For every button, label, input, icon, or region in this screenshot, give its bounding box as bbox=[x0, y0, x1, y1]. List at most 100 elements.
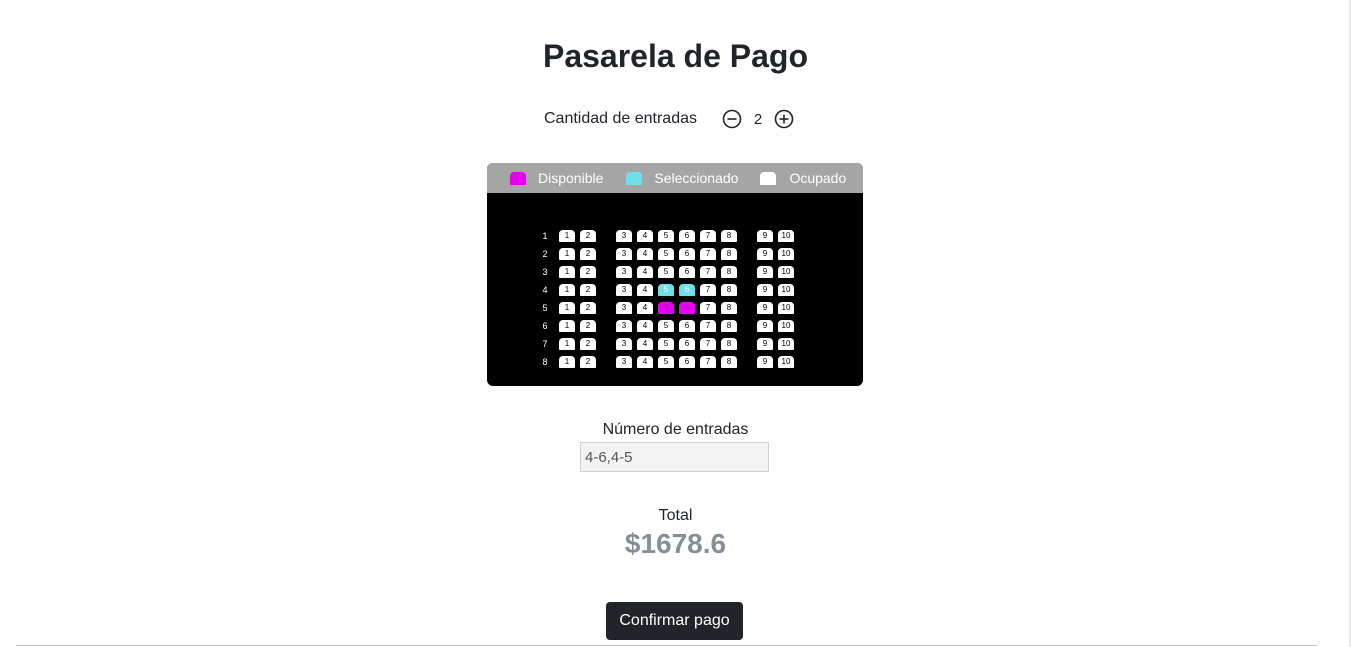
seat[interactable]: 1 bbox=[559, 338, 575, 350]
seat[interactable]: 9 bbox=[757, 284, 773, 296]
seat[interactable]: 8 bbox=[721, 248, 737, 260]
seat[interactable]: 7 bbox=[700, 338, 716, 350]
seat[interactable]: 6 bbox=[679, 356, 695, 368]
seat[interactable]: 1 bbox=[559, 230, 575, 242]
seat[interactable]: 3 bbox=[616, 320, 632, 332]
seat[interactable]: 2 bbox=[580, 356, 596, 368]
seat[interactable]: 10 bbox=[778, 230, 794, 242]
total-amount: $1678.6 bbox=[624, 528, 727, 559]
seat[interactable]: 2 bbox=[580, 302, 596, 314]
seat[interactable]: 1 bbox=[559, 302, 575, 314]
seat[interactable]: 5 bbox=[658, 320, 674, 332]
confirm-payment-button[interactable]: Confirmar pago bbox=[606, 602, 743, 640]
seat[interactable]: 2 bbox=[580, 248, 596, 260]
seat[interactable]: 10 bbox=[778, 284, 794, 296]
quantity-value: 2 bbox=[753, 110, 763, 128]
seat[interactable]: 5 bbox=[658, 356, 674, 368]
quantity-stepper: Cantidad de entradas 2 bbox=[544, 106, 794, 132]
seat[interactable]: 4 bbox=[637, 338, 653, 350]
row-label: 2 bbox=[542, 249, 548, 259]
seat[interactable]: 1 bbox=[559, 320, 575, 332]
seat[interactable]: 5 bbox=[658, 338, 674, 350]
seat[interactable]: 8 bbox=[721, 302, 737, 314]
seat[interactable]: 7 bbox=[700, 302, 716, 314]
seat[interactable]: 4 bbox=[637, 302, 653, 314]
seat[interactable]: 1 bbox=[559, 284, 575, 296]
seat[interactable]: 5 bbox=[658, 230, 674, 242]
seat[interactable]: 3 bbox=[616, 356, 632, 368]
seat[interactable]: 4 bbox=[637, 230, 653, 242]
seat[interactable]: 6 bbox=[679, 284, 695, 296]
seat[interactable]: 9 bbox=[757, 266, 773, 278]
seat[interactable]: 10 bbox=[778, 338, 794, 350]
seat[interactable]: 9 bbox=[757, 302, 773, 314]
seat[interactable]: 10 bbox=[778, 320, 794, 332]
minus-circle-icon bbox=[722, 109, 742, 129]
entries-input[interactable] bbox=[580, 442, 769, 472]
seat[interactable]: 8 bbox=[721, 338, 737, 350]
seat[interactable]: 9 bbox=[757, 338, 773, 350]
seat[interactable]: 3 bbox=[616, 338, 632, 350]
seat[interactable]: 8 bbox=[721, 284, 737, 296]
seat[interactable]: 10 bbox=[778, 356, 794, 368]
seat[interactable]: 7 bbox=[700, 284, 716, 296]
seat[interactable]: 7 bbox=[700, 320, 716, 332]
seat[interactable]: 4 bbox=[637, 320, 653, 332]
seat[interactable]: 3 bbox=[616, 302, 632, 314]
seat[interactable]: 8 bbox=[721, 320, 737, 332]
seat[interactable]: 5 bbox=[658, 266, 674, 278]
seat[interactable]: 2 bbox=[580, 320, 596, 332]
seat[interactable]: 6 bbox=[679, 248, 695, 260]
seat[interactable]: 5 bbox=[658, 284, 674, 296]
seat-map: Disponible Seleccionado Ocupado 11234567… bbox=[487, 163, 863, 386]
seat[interactable]: 3 bbox=[616, 230, 632, 242]
seat[interactable]: 2 bbox=[580, 284, 596, 296]
seat[interactable]: 8 bbox=[721, 266, 737, 278]
increment-button[interactable] bbox=[774, 109, 794, 129]
bottom-divider bbox=[16, 645, 1317, 646]
seat[interactable]: 9 bbox=[757, 230, 773, 242]
page-title: Pasarela de Pago bbox=[542, 38, 809, 74]
seat[interactable]: 4 bbox=[637, 356, 653, 368]
decrement-button[interactable] bbox=[722, 109, 742, 129]
seat[interactable]: 10 bbox=[778, 266, 794, 278]
seat[interactable]: 6 bbox=[679, 302, 695, 314]
seat[interactable]: 4 bbox=[637, 248, 653, 260]
seat[interactable]: 6 bbox=[679, 230, 695, 242]
seat[interactable]: 8 bbox=[721, 356, 737, 368]
seat[interactable]: 2 bbox=[580, 266, 596, 278]
row-label: 4 bbox=[542, 285, 548, 295]
seat[interactable]: 4 bbox=[637, 266, 653, 278]
seat[interactable]: 2 bbox=[580, 338, 596, 350]
seat[interactable]: 6 bbox=[679, 338, 695, 350]
seat[interactable]: 4 bbox=[637, 284, 653, 296]
seat-grid: 1 1 2 3 4 5 6 7 8 9 10 2 1 2 3 4 5 6 7 8 9 10 3 1 2 3 4 5 6 7 8 9 10 4 1 2 3… bbox=[487, 163, 863, 386]
row-label: 3 bbox=[542, 267, 548, 277]
seat[interactable]: 1 bbox=[559, 356, 575, 368]
seat[interactable]: 10 bbox=[778, 248, 794, 260]
total-label: Total bbox=[658, 507, 693, 524]
seat[interactable]: 5 bbox=[658, 248, 674, 260]
row-label: 8 bbox=[542, 357, 548, 367]
seat[interactable]: 2 bbox=[580, 230, 596, 242]
row-label: 6 bbox=[542, 321, 548, 331]
seat[interactable]: 10 bbox=[778, 302, 794, 314]
seat[interactable]: 3 bbox=[616, 266, 632, 278]
seat[interactable]: 9 bbox=[757, 248, 773, 260]
seat[interactable]: 6 bbox=[679, 320, 695, 332]
row-label: 1 bbox=[542, 231, 548, 241]
seat[interactable]: 6 bbox=[679, 266, 695, 278]
seat[interactable]: 7 bbox=[700, 266, 716, 278]
seat[interactable]: 7 bbox=[700, 356, 716, 368]
seat[interactable]: 9 bbox=[757, 356, 773, 368]
seat[interactable]: 1 bbox=[559, 248, 575, 260]
seat[interactable]: 3 bbox=[616, 248, 632, 260]
seat[interactable]: 5 bbox=[658, 302, 674, 314]
seat[interactable]: 3 bbox=[616, 284, 632, 296]
seat[interactable]: 9 bbox=[757, 320, 773, 332]
seat[interactable]: 8 bbox=[721, 230, 737, 242]
seat[interactable]: 1 bbox=[559, 266, 575, 278]
seat[interactable]: 7 bbox=[700, 230, 716, 242]
seat[interactable]: 7 bbox=[700, 248, 716, 260]
entries-label: Número de entradas bbox=[602, 421, 749, 438]
